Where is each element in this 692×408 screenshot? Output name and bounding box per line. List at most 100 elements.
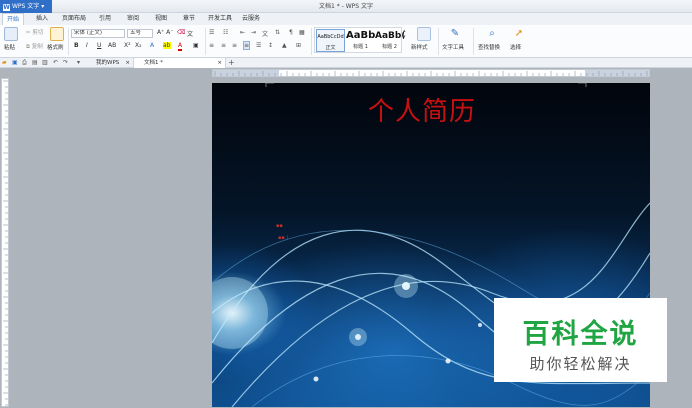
divider xyxy=(68,28,69,55)
select-cursor-icon[interactable]: ➚ xyxy=(512,27,526,41)
title-bar: W WPS 文字 ▾ 文档1 * - WPS 文字 xyxy=(0,0,692,13)
paste-icon[interactable] xyxy=(4,27,18,41)
justify-icon[interactable]: ≡ xyxy=(243,41,251,50)
border-icon[interactable]: ⊞ xyxy=(296,42,301,49)
bold-button[interactable]: B xyxy=(74,42,79,49)
decrease-indent-icon[interactable]: ⇤ xyxy=(240,29,245,36)
new-tab-icon[interactable]: + xyxy=(228,58,235,67)
font-size-select[interactable]: 五号 xyxy=(127,29,153,38)
print-icon[interactable]: ⎙ xyxy=(22,59,27,67)
line-spacing-icon[interactable]: ↕ xyxy=(268,42,273,49)
tab-section[interactable]: 章节 xyxy=(180,13,198,25)
quick-access-bar: ▰ ▣ ⎙ ▤ ▥ ↶ ↷ ▾ 我的WPS × 文档1 * × + xyxy=(0,58,692,68)
text-effect-icon[interactable]: A xyxy=(150,42,154,49)
grow-font-button[interactable]: A⁺ A⁻ xyxy=(157,29,173,36)
tab-cloud[interactable]: 云服务 xyxy=(240,13,262,25)
horizontal-ruler[interactable] xyxy=(212,69,650,77)
doc-tab-document1[interactable]: 文档1 * × xyxy=(134,58,226,68)
italic-button[interactable]: I xyxy=(86,42,88,49)
bullet-list-icon[interactable]: ☰ xyxy=(209,29,214,36)
font-color-icon[interactable]: A xyxy=(178,42,183,51)
copy-icon: ⧉ xyxy=(26,44,30,50)
strikethrough-button[interactable]: AB xyxy=(108,42,116,49)
ruler-ticks xyxy=(3,80,8,406)
chinese-layout-icon[interactable]: 文 xyxy=(262,29,268,38)
style-normal[interactable]: AaBbCcDd 正文 xyxy=(316,29,345,52)
numbered-list-icon[interactable]: ☷ xyxy=(223,29,228,36)
format-painter-label[interactable]: 格式刷 xyxy=(47,43,64,51)
find-replace-icon[interactable]: ⌕ xyxy=(485,27,499,41)
text-cursor-mark: ▪▪ | xyxy=(278,235,289,241)
format-painter-icon[interactable] xyxy=(50,27,64,41)
doc-tab-my-wps[interactable]: 我的WPS × xyxy=(86,58,134,68)
ruler-ticks xyxy=(213,70,649,76)
document-tab-label: 文档1 * xyxy=(144,60,163,66)
clear-format-icon[interactable]: ⌫ xyxy=(177,29,185,36)
export-icon[interactable]: ▥ xyxy=(42,59,48,66)
align-left-icon[interactable]: ≡ xyxy=(209,42,214,49)
tab-review[interactable]: 审阅 xyxy=(124,13,142,25)
sort-icon[interactable]: ⇅ xyxy=(275,29,280,36)
baike-watermark: 百科全说 助你轻松解决 xyxy=(494,298,667,382)
redo-icon[interactable]: ↷ xyxy=(63,59,68,66)
increase-indent-icon[interactable]: ⇥ xyxy=(251,29,256,36)
scissors-icon: ✂ xyxy=(26,30,31,36)
resume-title[interactable]: 个人简历 xyxy=(368,91,476,128)
close-icon[interactable]: × xyxy=(125,58,130,68)
tab-view[interactable]: 视图 xyxy=(152,13,170,25)
style-heading-2[interactable]: AaBb( 标题 2 xyxy=(375,29,404,52)
tab-insert[interactable]: 插入 xyxy=(33,13,51,25)
new-style-icon[interactable] xyxy=(417,27,431,41)
gallery-scroll-icon[interactable]: ▴ ▾ xyxy=(403,28,406,40)
distribute-icon[interactable]: ☰ xyxy=(256,42,261,49)
divider xyxy=(205,28,206,55)
style-heading-1[interactable]: AaBb 标题 1 xyxy=(346,29,375,52)
subscript-button[interactable]: X₂ xyxy=(135,42,142,49)
my-wps-tab-label: 我的WPS xyxy=(96,60,120,66)
shading-icon[interactable]: ▲ xyxy=(282,42,287,49)
vertical-ruler[interactable] xyxy=(1,78,9,407)
style-name: 标题 2 xyxy=(382,44,397,50)
tab-references[interactable]: 引用 xyxy=(96,13,114,25)
style-name: 标题 1 xyxy=(353,44,368,50)
paste-button-label[interactable]: 粘贴 xyxy=(4,43,15,51)
tab-page-layout[interactable]: 页面布局 xyxy=(60,13,88,25)
align-right-icon[interactable]: ≡ xyxy=(232,42,237,49)
style-name: 正文 xyxy=(325,45,336,51)
new-style-label[interactable]: 新样式 xyxy=(411,43,428,51)
divider xyxy=(311,28,312,55)
tab-developer[interactable]: 开发工具 xyxy=(205,13,235,25)
align-center-icon[interactable]: ≡ xyxy=(221,42,226,49)
open-folder-icon[interactable]: ▰ xyxy=(2,59,7,66)
style-sample: AaBbCcDd xyxy=(317,34,344,40)
table-icon[interactable]: ▦ xyxy=(299,29,305,36)
show-marks-icon[interactable]: ¶ xyxy=(289,29,293,36)
select-label[interactable]: 选择 xyxy=(510,43,521,51)
style-gallery: AaBbCcDd 正文 AaBb 标题 1 AaBb( 标题 2 xyxy=(314,27,404,53)
ribbon-tabs: 开始 插入 页面布局 引用 审阅 视图 章节 开发工具 云服务 xyxy=(0,13,692,25)
text-tools-label[interactable]: 文字工具 xyxy=(442,43,464,51)
highlight-icon[interactable]: ab xyxy=(163,42,171,49)
undo-icon[interactable]: ↶ xyxy=(53,59,58,66)
tab-home[interactable]: 开始 xyxy=(2,13,24,25)
char-border-icon[interactable]: ▣ xyxy=(193,42,199,49)
customize-qat-icon[interactable]: ▾ xyxy=(77,59,80,66)
divider xyxy=(473,28,474,55)
underline-button[interactable]: U xyxy=(97,42,101,49)
copy-button[interactable]: ⧉ 复制 xyxy=(26,42,43,51)
find-replace-label[interactable]: 查找替换 xyxy=(478,43,500,51)
font-name-select[interactable]: 宋体 (正文) xyxy=(71,29,125,38)
copy-label: 复制 xyxy=(31,44,43,50)
divider xyxy=(438,28,439,55)
cut-button[interactable]: ✂ 剪切 xyxy=(26,28,43,36)
text-tools-icon[interactable]: ✎ xyxy=(448,27,462,41)
save-icon[interactable]: ▣ xyxy=(12,59,18,66)
ribbon-toolbar: 粘贴 ✂ 剪切 ⧉ 复制 格式刷 宋体 (正文) 五号 A⁺ A⁻ ⌫ 文 B … xyxy=(0,25,692,58)
pinyin-icon[interactable]: 文 xyxy=(187,29,193,38)
watermark-main-text: 百科全说 xyxy=(522,319,639,350)
close-icon[interactable]: × xyxy=(217,58,222,68)
watermark-sub-text: 助你轻松解决 xyxy=(529,355,632,373)
print-preview-icon[interactable]: ▤ xyxy=(32,59,38,66)
superscript-button[interactable]: X² xyxy=(124,42,131,49)
window-title: 文档1 * - WPS 文字 xyxy=(319,3,373,10)
